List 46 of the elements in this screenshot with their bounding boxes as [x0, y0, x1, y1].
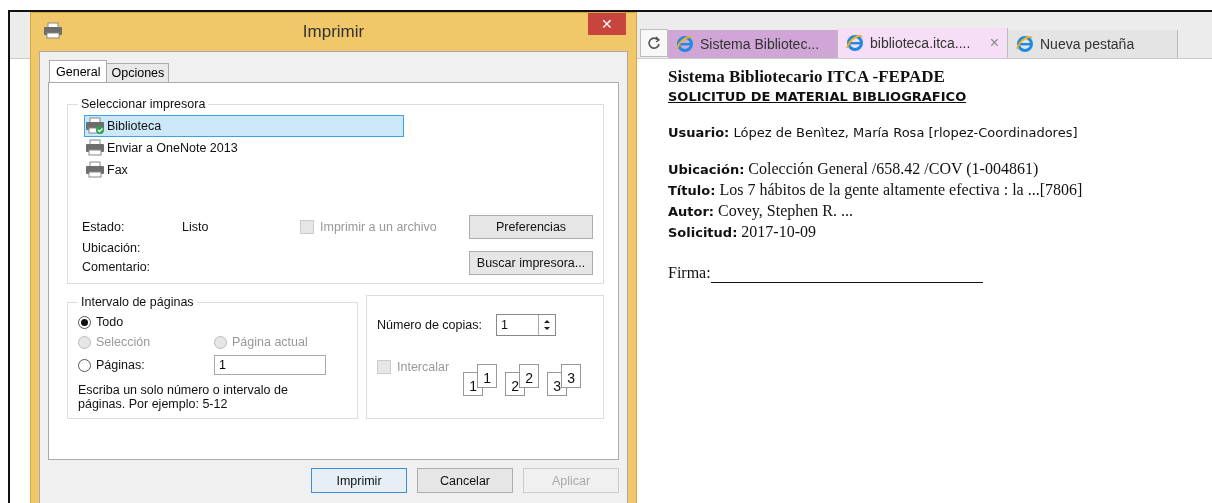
dialog-tab[interactable]: Opciones — [106, 63, 170, 82]
preferences-button[interactable]: Preferencias — [469, 215, 593, 239]
radio-button-icon[interactable] — [78, 358, 91, 372]
browser-tab[interactable]: biblioteca.itca.... × — [838, 28, 1008, 58]
status-value: Listo — [181, 218, 210, 236]
document-subtitle: SOLICITUD DE MATERIAL BIBLIOGRAFICO — [668, 88, 968, 106]
signature-label: Firma: — [668, 263, 711, 283]
document-title: Sistema Bibliotecario ITCA -FEPADE — [668, 67, 946, 87]
printer-check-icon — [85, 117, 105, 135]
group-legend: Intervalo de páginas — [78, 295, 197, 309]
printer-item[interactable]: Fax — [84, 159, 404, 181]
printer-item[interactable]: Biblioteca — [84, 115, 404, 137]
browser-tab[interactable]: Sistema Bibliotec... — [668, 30, 838, 58]
radio-button-icon[interactable] — [78, 315, 91, 329]
refresh-icon — [647, 36, 661, 50]
printer-icon — [85, 139, 105, 157]
status-label: Estado: — [81, 218, 126, 236]
browser-tab[interactable]: Nueva pestaña — [1008, 30, 1178, 58]
field-line: Solicitud: 2017-10-09 — [668, 222, 817, 242]
radio-option[interactable]: Páginas: — [78, 358, 214, 372]
printer-icon — [85, 161, 105, 179]
browser-logo-icon — [676, 35, 694, 53]
field-line: Título: Los 7 hábitos de la gente altamente efectiva : la ...[7806] — [668, 180, 1084, 201]
browser-logo-icon — [846, 34, 864, 52]
pages-input[interactable]: 1 — [214, 355, 326, 375]
user-line: Usuario: López de Benìtez, María Rosa [rlopez-Coordinadores] — [668, 124, 1079, 142]
hint-text: Escriba un solo número o intervalo de páginas. Por ejemplo: 5-12 — [78, 383, 289, 411]
group-legend: Seleccionar impresora — [78, 97, 209, 111]
field-line: Ubicación: Colección General /658.42 /COV (1-004861) — [668, 159, 1040, 180]
copies-spinner[interactable]: 1 — [495, 314, 556, 336]
dialog-tab[interactable]: General — [49, 60, 108, 82]
refresh-button[interactable] — [640, 29, 668, 57]
dialog-button[interactable]: Cancelar — [417, 468, 513, 493]
collate-drawing: 1 1 2 2 3 3 — [463, 364, 582, 396]
status-label: Comentario: — [81, 259, 152, 276]
browser-logo-icon — [1016, 35, 1034, 53]
field-line: Autor: Covey, Stephen R. ... — [668, 201, 855, 222]
printer-icon — [43, 22, 63, 40]
dialog-button[interactable]: Imprimir — [311, 468, 407, 493]
dialog-title: Imprimir — [302, 22, 365, 42]
printer-item[interactable]: Enviar a OneNote 2013 — [84, 137, 404, 159]
find-printer-button[interactable]: Buscar impresora... — [469, 251, 593, 275]
close-button[interactable]: ✕ — [588, 13, 626, 35]
radio-option[interactable]: Todo — [78, 315, 347, 329]
status-label: Ubicación: — [81, 240, 142, 257]
copies-label: Número de copias: — [377, 318, 482, 332]
